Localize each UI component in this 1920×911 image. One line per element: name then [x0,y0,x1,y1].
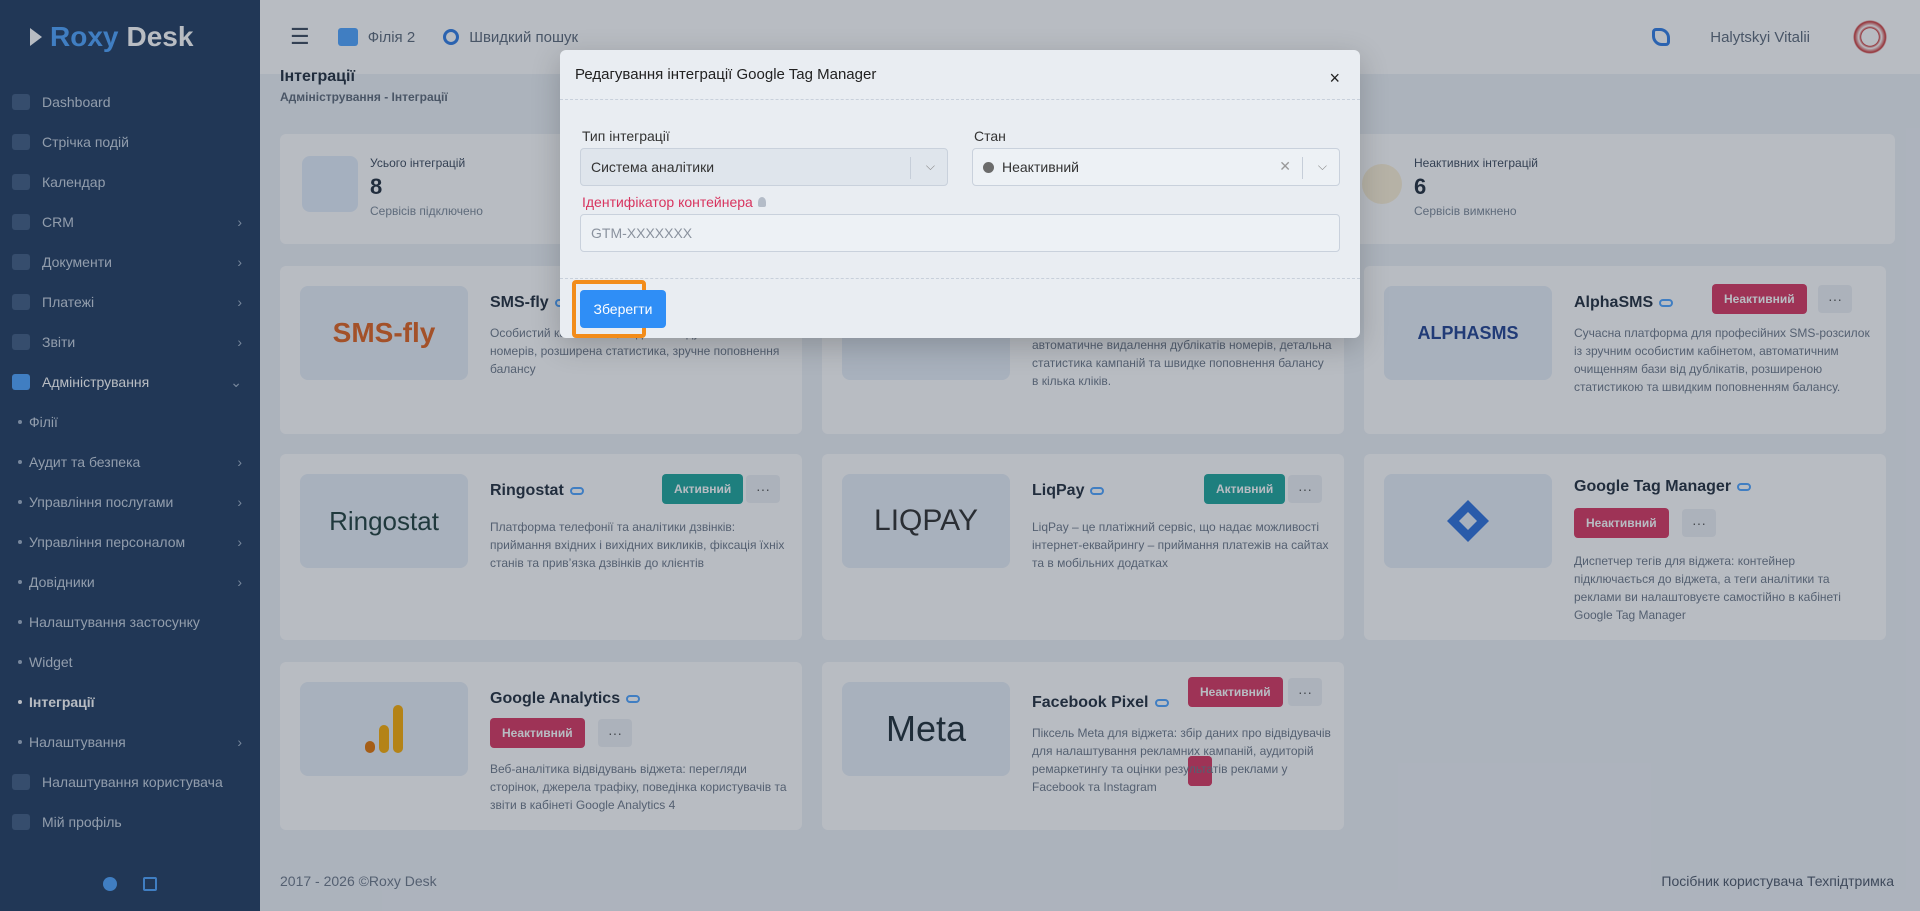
modal-footer-divider [560,278,1360,279]
clear-icon[interactable]: ✕ [1279,158,1291,175]
save-button[interactable]: Зберегти [580,290,666,328]
chevron-down-icon[interactable]: ⌵ [1318,159,1327,174]
edit-integration-modal: Редагування інтеграції Google Tag Manage… [560,50,1360,338]
integration-type-value: Система аналітики [591,159,715,175]
select-separator [910,157,911,179]
integration-type-label: Тип інтеграції [582,128,670,144]
container-id-placeholder: GTM-XXXXXXX [591,225,693,241]
state-select[interactable]: Неактивний ✕ ⌵ [972,148,1340,186]
container-id-label: Ідентифікатор контейнера [582,194,766,210]
modal-title: Редагування інтеграції Google Tag Manage… [560,50,1360,100]
lightbulb-icon[interactable] [757,197,766,207]
status-dot-icon [983,161,994,173]
select-separator [1302,157,1303,179]
container-id-label-text: Ідентифікатор контейнера [582,194,753,210]
state-label: Стан [974,128,1006,144]
chevron-down-icon[interactable]: ⌵ [926,159,935,174]
container-id-input[interactable]: GTM-XXXXXXX [580,214,1340,252]
integration-type-select[interactable]: Система аналітики ⌵ [580,148,948,186]
close-icon[interactable]: × [1329,68,1340,89]
state-value: Неактивний [1002,159,1080,175]
